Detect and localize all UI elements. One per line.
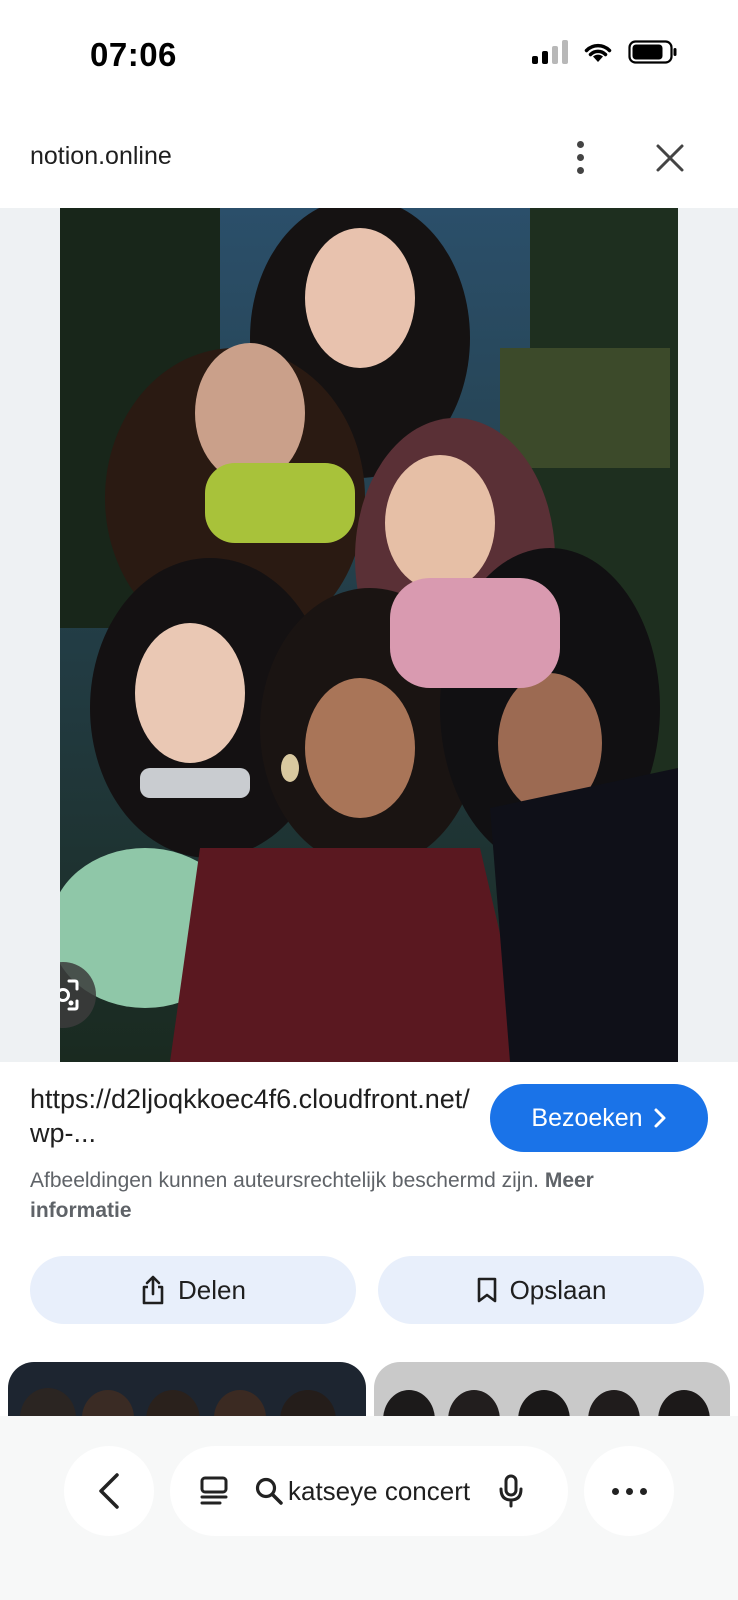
share-button[interactable]: Delen (30, 1256, 356, 1324)
save-button[interactable]: Opslaan (378, 1256, 704, 1324)
screen: 07:06 notion.online https://d2ljoqkkoec4… (0, 0, 738, 1600)
related-image-preview (20, 1388, 336, 1418)
related-image[interactable] (374, 1362, 730, 1418)
related-image-preview (383, 1390, 710, 1418)
tabs-list-icon[interactable] (198, 1474, 232, 1508)
battery-icon (628, 40, 677, 64)
bookmark-icon (477, 1277, 496, 1303)
source-url[interactable]: https://d2ljoqkkoec4f6.cloudfront.net/wp… (30, 1082, 470, 1150)
save-label: Opslaan (509, 1274, 607, 1305)
page-header: notion.online (0, 110, 738, 208)
visit-button-label: Bezoeken (531, 1103, 643, 1132)
lens-glyph (60, 979, 79, 1011)
more-vertical-icon[interactable] (560, 132, 600, 182)
image-viewer (0, 208, 738, 1062)
result-image[interactable] (60, 208, 678, 1062)
search-icon (255, 1477, 283, 1505)
search-query[interactable]: katseye concert (288, 1476, 470, 1507)
search-bar[interactable]: katseye concert (170, 1446, 568, 1536)
status-time: 07:06 (90, 36, 177, 73)
copyright-text: Afbeeldingen kunnen auteursrechtelijk be… (30, 1169, 539, 1192)
site-name: notion.online (30, 142, 172, 170)
chevron-right-icon (654, 1108, 666, 1128)
photo-illustration (60, 208, 678, 1062)
status-bar: 07:06 (0, 0, 738, 110)
microphone-icon[interactable] (498, 1473, 524, 1509)
share-label: Delen (178, 1274, 246, 1305)
more-horizontal-icon[interactable] (584, 1446, 674, 1536)
back-button[interactable] (64, 1446, 154, 1536)
close-icon[interactable] (648, 136, 692, 180)
bottom-toolbar: katseye concert (0, 1416, 738, 1600)
chevron-left-icon (99, 1473, 119, 1509)
wifi-icon (584, 43, 612, 62)
share-icon (142, 1275, 164, 1305)
visit-button[interactable]: Bezoeken (490, 1084, 708, 1152)
cellular-signal-icon (532, 40, 568, 64)
copyright-notice: Afbeeldingen kunnen auteursrechtelijk be… (30, 1166, 670, 1226)
status-icons (532, 40, 678, 64)
related-image[interactable] (8, 1362, 366, 1418)
